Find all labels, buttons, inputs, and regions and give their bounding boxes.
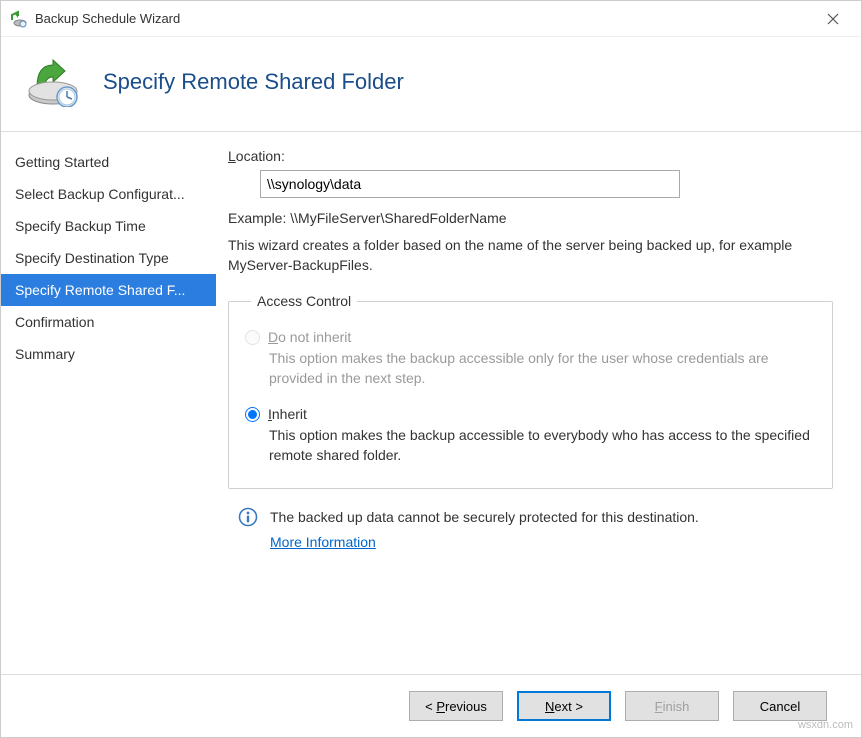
- sidebar-item-select-backup-config[interactable]: Select Backup Configurat...: [1, 178, 216, 210]
- sidebar-item-summary[interactable]: Summary: [1, 338, 216, 370]
- steps-sidebar: Getting Started Select Backup Configurat…: [1, 132, 216, 674]
- wizard-description: This wizard creates a folder based on th…: [228, 236, 833, 275]
- info-row: The backed up data cannot be securely pr…: [238, 507, 833, 553]
- content-pane: Location: Example: \\MyFileServer\Shared…: [216, 132, 861, 674]
- info-icon: [238, 507, 258, 527]
- previous-button[interactable]: < Previous: [409, 691, 503, 721]
- sidebar-item-specify-backup-time[interactable]: Specify Backup Time: [1, 210, 216, 242]
- radio-inherit-row[interactable]: Inherit: [245, 406, 816, 422]
- watermark: wsxdn.com: [798, 719, 853, 731]
- radio-inherit-desc: This option makes the backup accessible …: [269, 426, 816, 465]
- radio-do-not-inherit: [245, 330, 260, 345]
- sidebar-item-getting-started[interactable]: Getting Started: [1, 146, 216, 178]
- cancel-button[interactable]: Cancel: [733, 691, 827, 721]
- titlebar: Backup Schedule Wizard: [1, 1, 861, 37]
- info-text-block: The backed up data cannot be securely pr…: [270, 507, 699, 553]
- example-text: Example: \\MyFileServer\SharedFolderName: [228, 210, 833, 226]
- sidebar-item-confirmation[interactable]: Confirmation: [1, 306, 216, 338]
- radio-do-not-inherit-row: Do not inherit: [245, 329, 816, 345]
- wizard-header: Specify Remote Shared Folder: [1, 37, 861, 131]
- radio-inherit[interactable]: [245, 407, 260, 422]
- wizard-header-icon: [23, 57, 83, 107]
- radio-do-not-inherit-label: Do not inherit: [268, 329, 351, 345]
- access-control-fieldset: Access Control Do not inherit This optio…: [228, 293, 833, 488]
- location-label: Location:: [228, 148, 833, 164]
- radio-do-not-inherit-desc: This option makes the backup accessible …: [269, 349, 816, 388]
- finish-button: Finish: [625, 691, 719, 721]
- window-title: Backup Schedule Wizard: [35, 11, 813, 26]
- wizard-window: Backup Schedule Wizard Specify Remote Sh…: [0, 0, 862, 738]
- page-title: Specify Remote Shared Folder: [103, 69, 404, 95]
- fieldset-legend: Access Control: [251, 293, 357, 309]
- sidebar-item-specify-remote-shared-folder[interactable]: Specify Remote Shared F...: [1, 274, 216, 306]
- app-icon: [9, 10, 27, 28]
- close-icon: [827, 13, 839, 25]
- sidebar-item-specify-destination-type[interactable]: Specify Destination Type: [1, 242, 216, 274]
- button-bar: < Previous Next > Finish Cancel: [1, 675, 861, 737]
- info-text: The backed up data cannot be securely pr…: [270, 509, 699, 525]
- wizard-body: Getting Started Select Backup Configurat…: [1, 131, 861, 675]
- location-input[interactable]: [260, 170, 680, 198]
- radio-inherit-label: Inherit: [268, 406, 307, 422]
- next-button[interactable]: Next >: [517, 691, 611, 721]
- close-button[interactable]: [813, 4, 853, 34]
- more-information-link[interactable]: More Information: [270, 532, 376, 553]
